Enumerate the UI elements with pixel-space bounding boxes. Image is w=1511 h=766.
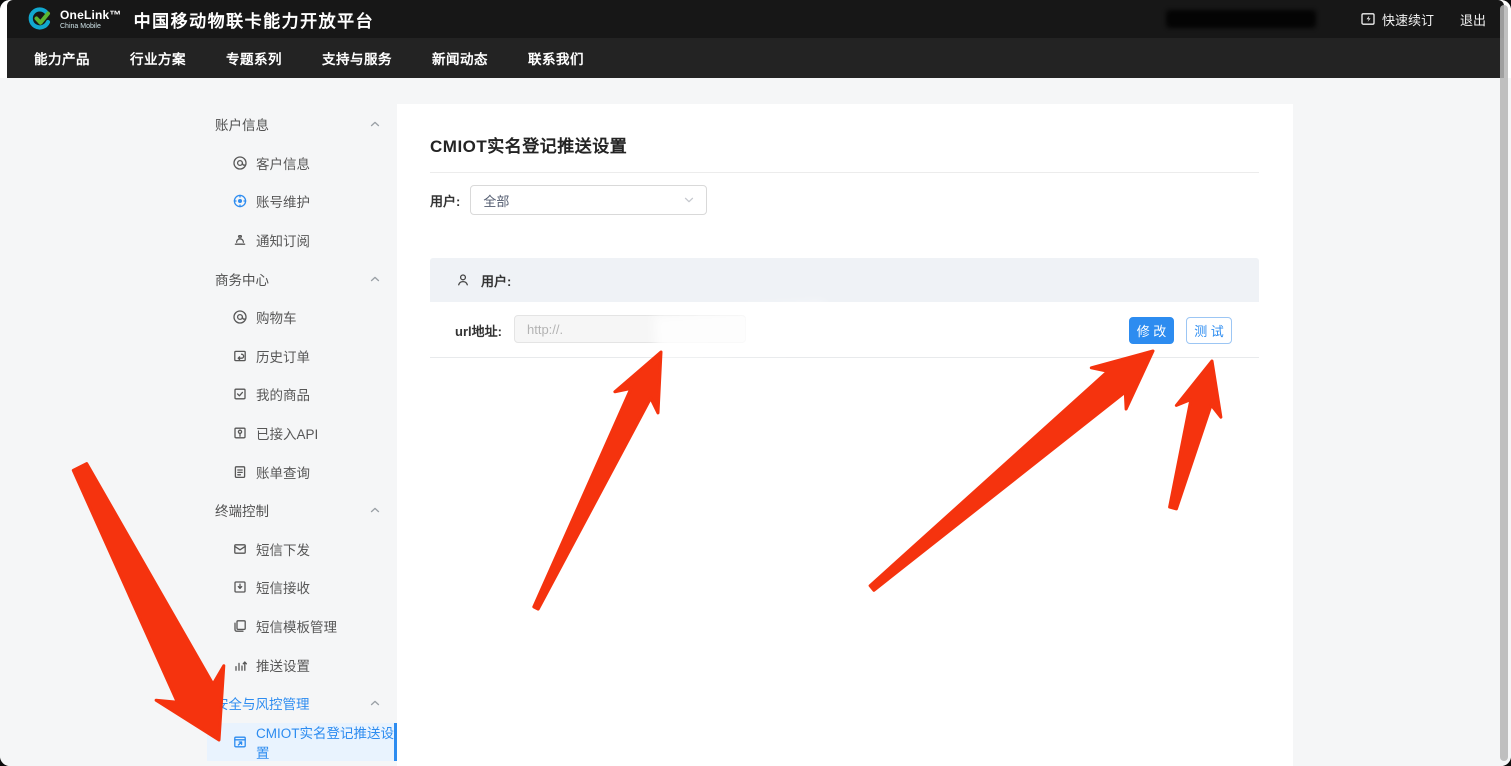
logout-label: 退出 <box>1460 10 1486 29</box>
nav-item-products[interactable]: 能力产品 <box>34 48 90 68</box>
brand-logo[interactable]: OneLink™ China Mobile <box>27 6 122 32</box>
sidebar-item-label: CMIOT实名登记推送设置 <box>256 722 394 762</box>
sms-send-icon <box>232 541 248 557</box>
sidebar-item-label: 推送设置 <box>256 655 310 675</box>
sidebar-item-notification-subscription[interactable]: 通知订阅 <box>207 221 397 260</box>
url-input[interactable]: http://. <box>514 315 746 343</box>
cmiot-icon <box>232 734 248 750</box>
sidebar-section-security-risk[interactable]: 安全与风控管理 <box>207 684 397 723</box>
page-content: 账户信息客户信息账号维护通知订阅商务中心购物车历史订单我的商品已接入API 账单查… <box>0 78 1511 766</box>
sidebar-item-history-orders[interactable]: 历史订单 <box>207 337 397 376</box>
sidebar: 账户信息客户信息账号维护通知订阅商务中心购物车历史订单我的商品已接入API 账单查… <box>207 105 397 761</box>
user-filter-row: 用户: 全部 <box>430 185 707 215</box>
gear-icon <box>232 193 248 209</box>
sidebar-item-label: 购物车 <box>256 307 297 327</box>
quick-renew-button[interactable]: 快速续订 <box>1360 10 1434 29</box>
bell-icon <box>232 232 248 248</box>
goods-icon <box>232 386 248 402</box>
sidebar-section-label: 商务中心 <box>215 269 269 289</box>
title-divider <box>430 172 1259 173</box>
logout-button[interactable]: 退出 <box>1460 10 1486 29</box>
user-select[interactable]: 全部 <box>470 185 707 215</box>
sidebar-section-terminal-control[interactable]: 终端控制 <box>207 491 397 530</box>
push-config-panel: 用户: url地址: http://. 修 改 测 试 <box>430 258 1259 358</box>
sidebar-section-label: 账户信息 <box>215 114 269 134</box>
nav-item-news[interactable]: 新闻动态 <box>432 48 488 68</box>
sidebar-item-label: 短信模板管理 <box>256 616 337 636</box>
nav-item-contact[interactable]: 联系我们 <box>528 48 584 68</box>
sidebar-item-sms-receive[interactable]: 短信接收 <box>207 568 397 607</box>
panel-header: 用户: <box>430 258 1259 302</box>
quick-renew-icon <box>1360 11 1376 27</box>
user-select-value: 全部 <box>483 191 509 210</box>
brand-name: OneLink™ <box>60 9 122 21</box>
panel-user-label: 用户: <box>481 271 511 290</box>
sidebar-section-account-info[interactable]: 账户信息 <box>207 105 397 144</box>
sidebar-item-shopping-cart[interactable]: 购物车 <box>207 298 397 337</box>
brand-text: OneLink™ China Mobile <box>60 9 122 30</box>
user-filter-label: 用户: <box>430 191 460 210</box>
history-icon <box>232 348 248 364</box>
push-icon <box>232 657 248 673</box>
sidebar-item-push-settings[interactable]: 推送设置 <box>207 645 397 684</box>
sidebar-item-label: 我的商品 <box>256 384 310 404</box>
page-title: CMIOT实名登记推送设置 <box>430 132 627 157</box>
chevron-up-icon <box>367 695 383 711</box>
chevron-up-icon <box>367 502 383 518</box>
sidebar-item-label: 客户信息 <box>256 153 310 173</box>
brand-subtitle: China Mobile <box>60 23 122 30</box>
sidebar-item-connected-api[interactable]: 已接入API <box>207 414 397 453</box>
quick-renew-label: 快速续订 <box>1382 10 1434 29</box>
page-scrollbar[interactable] <box>1500 5 1508 761</box>
sidebar-item-sms-template[interactable]: 短信模板管理 <box>207 607 397 646</box>
sidebar-item-label: 通知订阅 <box>256 230 310 250</box>
person-icon <box>455 272 471 288</box>
url-redaction-smudge <box>654 304 827 358</box>
site-title: 中国移动物联卡能力开放平台 <box>134 7 375 32</box>
sidebar-item-label: 短信接收 <box>256 577 310 597</box>
api-icon <box>232 425 248 441</box>
url-value: http://. <box>527 322 563 337</box>
sidebar-item-label: 历史订单 <box>256 346 310 366</box>
chevron-up-icon <box>367 271 383 287</box>
test-button[interactable]: 测 试 <box>1186 317 1232 344</box>
bill-icon <box>232 464 248 480</box>
top-bar: OneLink™ China Mobile 中国移动物联卡能力开放平台 快速续订… <box>7 0 1504 38</box>
template-icon <box>232 618 248 634</box>
sidebar-section-business-center[interactable]: 商务中心 <box>207 259 397 298</box>
sidebar-section-label: 安全与风控管理 <box>215 693 310 713</box>
cart-icon <box>232 309 248 325</box>
at-icon <box>232 155 248 171</box>
nav-item-support[interactable]: 支持与服务 <box>322 48 392 68</box>
modify-button[interactable]: 修 改 <box>1129 317 1174 344</box>
sidebar-section-label: 终端控制 <box>215 500 269 520</box>
url-label: url地址: <box>455 321 502 340</box>
sidebar-item-customer-info[interactable]: 客户信息 <box>207 144 397 183</box>
panel-body: url地址: http://. 修 改 测 试 <box>430 302 1259 358</box>
main-nav: 能力产品 行业方案 专题系列 支持与服务 新闻动态 联系我们 <box>7 38 1504 78</box>
sidebar-item-label: 短信下发 <box>256 539 310 559</box>
sidebar-item-account-maintenance[interactable]: 账号维护 <box>207 182 397 221</box>
onelink-logo-icon <box>27 6 53 32</box>
redacted-username <box>1166 10 1316 28</box>
sidebar-item-sms-send[interactable]: 短信下发 <box>207 530 397 569</box>
sidebar-item-bill-query[interactable]: 账单查询 <box>207 452 397 491</box>
nav-item-topics[interactable]: 专题系列 <box>226 48 282 68</box>
top-right-actions: 快速续订 退出 <box>1166 0 1486 38</box>
sidebar-item-cmiot-realname-push[interactable]: CMIOT实名登记推送设置 <box>207 723 397 762</box>
sidebar-item-label: 账号维护 <box>256 191 310 211</box>
main-card: CMIOT实名登记推送设置 用户: 全部 用户: <box>397 104 1293 766</box>
sidebar-item-my-products[interactable]: 我的商品 <box>207 375 397 414</box>
sidebar-item-label: 账单查询 <box>256 462 310 482</box>
app-window: OneLink™ China Mobile 中国移动物联卡能力开放平台 快速续订… <box>0 0 1511 766</box>
sidebar-item-label: 已接入API <box>256 423 318 443</box>
sms-receive-icon <box>232 579 248 595</box>
chevron-up-icon <box>367 116 383 132</box>
chevron-down-icon <box>681 192 697 208</box>
nav-item-industry-solutions[interactable]: 行业方案 <box>130 48 186 68</box>
